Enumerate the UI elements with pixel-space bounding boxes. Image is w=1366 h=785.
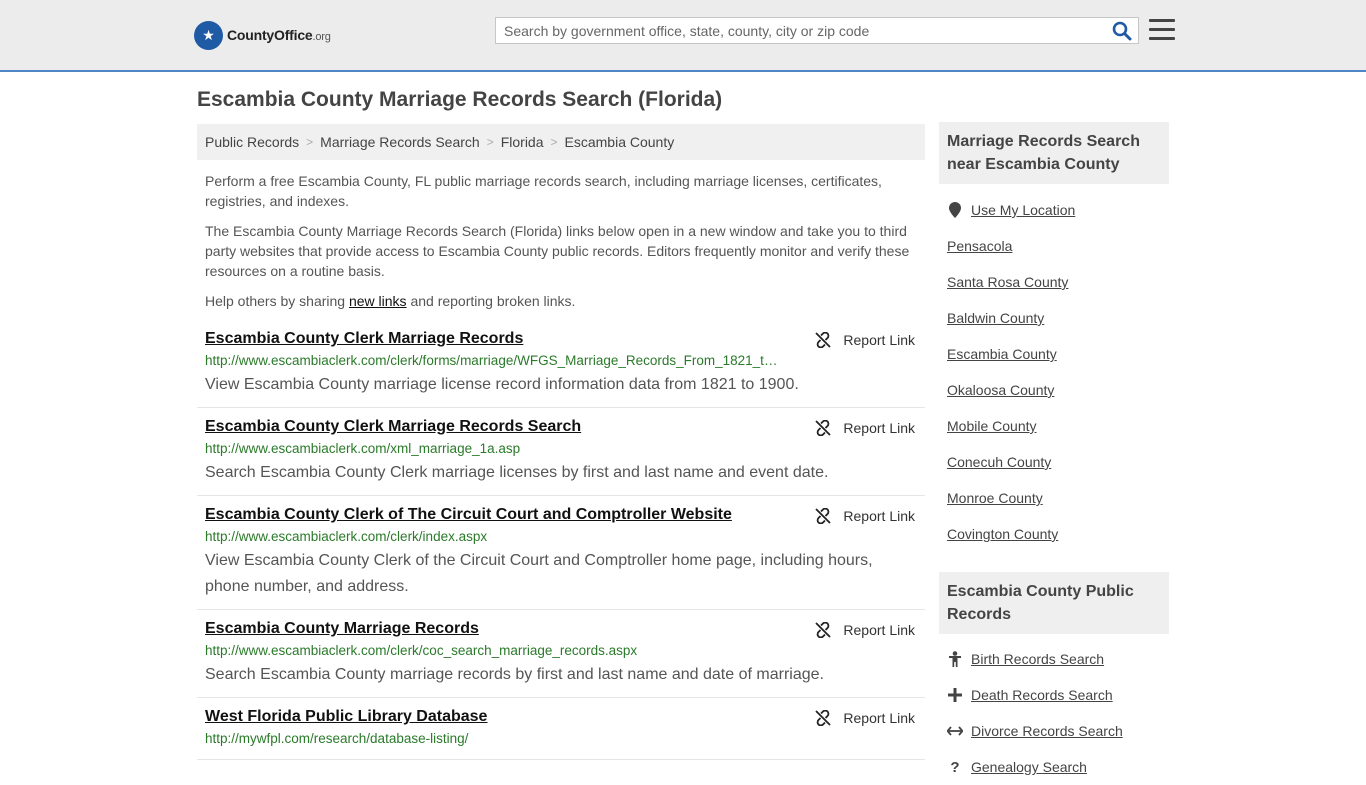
death-records-link[interactable]: Death Records Search (971, 687, 1113, 703)
site-logo[interactable]: ★ CountyOffice.org (194, 20, 331, 50)
search-icon[interactable] (1112, 21, 1132, 41)
nearby-item: Covington County (947, 516, 1169, 552)
result-description: Search Escambia County marriage records … (205, 666, 824, 683)
result-item: Escambia County Marriage Records Report … (197, 610, 925, 698)
eagle-logo-icon: ★ (194, 20, 223, 50)
broken-link-icon (815, 508, 832, 524)
nearby-link[interactable]: Pensacola (947, 238, 1012, 254)
use-my-location-link[interactable]: Use My Location (971, 202, 1075, 218)
result-item: West Florida Public Library Database Rep… (197, 698, 925, 760)
broken-link-icon (815, 710, 832, 726)
report-link-button[interactable]: Report Link (815, 332, 915, 348)
report-link-label: Report Link (843, 710, 915, 726)
result-item: Escambia County Clerk Marriage Records R… (197, 320, 925, 408)
result-item: Escambia County Clerk Marriage Records S… (197, 408, 925, 496)
nearby-link[interactable]: Mobile County (947, 418, 1037, 434)
site-header: ★ CountyOffice.org (0, 0, 1366, 72)
arrows-icon (947, 726, 963, 736)
result-description: Search Escambia County Clerk marriage li… (205, 464, 829, 481)
report-link-button[interactable]: Report Link (815, 622, 915, 638)
use-location-item: Use My Location (947, 192, 1169, 228)
result-description: View Escambia County Clerk of the Circui… (205, 552, 873, 595)
baby-icon (947, 651, 963, 667)
intro-text: Perform a free Escambia County, FL publi… (205, 171, 920, 321)
result-title-link[interactable]: Escambia County Clerk Marriage Records (205, 330, 523, 348)
search-input[interactable] (496, 18, 1104, 43)
nearby-item: Conecuh County (947, 444, 1169, 480)
report-link-label: Report Link (843, 622, 915, 638)
report-link-button[interactable]: Report Link (815, 508, 915, 524)
nearby-link[interactable]: Monroe County (947, 490, 1043, 506)
breadcrumb-separator-icon: > (306, 135, 314, 149)
breadcrumb: Public Records > Marriage Records Search… (197, 124, 925, 160)
cross-icon (947, 688, 963, 702)
nearby-item: Escambia County (947, 336, 1169, 372)
public-record-item: ? Genealogy Search (947, 749, 1169, 785)
nearby-link[interactable]: Escambia County (947, 346, 1057, 362)
nearby-link[interactable]: Okaloosa County (947, 382, 1054, 398)
nearby-item: Mobile County (947, 408, 1169, 444)
nearby-link[interactable]: Covington County (947, 526, 1058, 542)
nearby-item: Santa Rosa County (947, 264, 1169, 300)
hamburger-menu-icon[interactable] (1149, 19, 1175, 43)
public-record-item: Birth Records Search (947, 641, 1169, 677)
breadcrumb-item[interactable]: Marriage Records Search (320, 134, 480, 150)
broken-link-icon (815, 622, 832, 638)
page-title: Escambia County Marriage Records Search … (197, 88, 723, 111)
result-description: View Escambia County marriage license re… (205, 376, 799, 393)
map-pin-icon (947, 202, 963, 218)
result-title-link[interactable]: West Florida Public Library Database (205, 708, 487, 726)
nearby-link[interactable]: Baldwin County (947, 310, 1044, 326)
intro-paragraph: Perform a free Escambia County, FL publi… (205, 173, 882, 209)
report-link-button[interactable]: Report Link (815, 710, 915, 726)
nearby-item: Okaloosa County (947, 372, 1169, 408)
nearby-item: Monroe County (947, 480, 1169, 516)
breadcrumb-separator-icon: > (550, 135, 558, 149)
birth-records-link[interactable]: Birth Records Search (971, 651, 1104, 667)
nearby-link[interactable]: Santa Rosa County (947, 274, 1068, 290)
nearby-heading: Marriage Records Search near Escambia Co… (939, 122, 1169, 184)
broken-link-icon (815, 332, 832, 348)
report-link-label: Report Link (843, 420, 915, 436)
result-title-link[interactable]: Escambia County Clerk Marriage Records S… (205, 418, 581, 436)
intro-paragraph: The Escambia County Marriage Records Sea… (205, 223, 910, 279)
report-link-label: Report Link (843, 332, 915, 348)
report-link-label: Report Link (843, 508, 915, 524)
public-records-heading: Escambia County Public Records (939, 572, 1169, 634)
genealogy-search-link[interactable]: Genealogy Search (971, 759, 1087, 775)
public-records-list: Birth Records Search Death Records Searc… (947, 641, 1169, 785)
public-record-item: Death Records Search (947, 677, 1169, 713)
result-url[interactable]: http://www.escambiaclerk.com/clerk/coc_s… (205, 643, 780, 658)
result-title-link[interactable]: Escambia County Marriage Records (205, 620, 479, 638)
breadcrumb-item[interactable]: Public Records (205, 134, 299, 150)
divorce-records-link[interactable]: Divorce Records Search (971, 723, 1123, 739)
result-url[interactable]: http://mywfpl.com/research/database-list… (205, 731, 780, 746)
breadcrumb-separator-icon: > (486, 135, 494, 149)
new-links-link[interactable]: new links (349, 293, 407, 309)
nearby-item: Pensacola (947, 228, 1169, 264)
logo-text: CountyOffice.org (227, 27, 331, 43)
question-icon: ? (950, 758, 960, 776)
nearby-link[interactable]: Conecuh County (947, 454, 1051, 470)
nearby-item: Baldwin County (947, 300, 1169, 336)
breadcrumb-item[interactable]: Florida (501, 134, 544, 150)
search-box (495, 17, 1139, 44)
result-url[interactable]: http://www.escambiaclerk.com/clerk/forms… (205, 353, 780, 368)
result-url[interactable]: http://www.escambiaclerk.com/clerk/index… (205, 529, 780, 544)
report-link-button[interactable]: Report Link (815, 420, 915, 436)
results-list: Escambia County Clerk Marriage Records R… (197, 320, 925, 760)
public-record-item: Divorce Records Search (947, 713, 1169, 749)
nearby-list: Use My Location Pensacola Santa Rosa Cou… (947, 192, 1169, 552)
result-url[interactable]: http://www.escambiaclerk.com/xml_marriag… (205, 441, 780, 456)
result-title-link[interactable]: Escambia County Clerk of The Circuit Cou… (205, 506, 732, 524)
breadcrumb-item-current: Escambia County (564, 134, 675, 150)
broken-link-icon (815, 420, 832, 436)
result-item: Escambia County Clerk of The Circuit Cou… (197, 496, 925, 610)
intro-paragraph: Help others by sharing new links and rep… (205, 293, 576, 309)
